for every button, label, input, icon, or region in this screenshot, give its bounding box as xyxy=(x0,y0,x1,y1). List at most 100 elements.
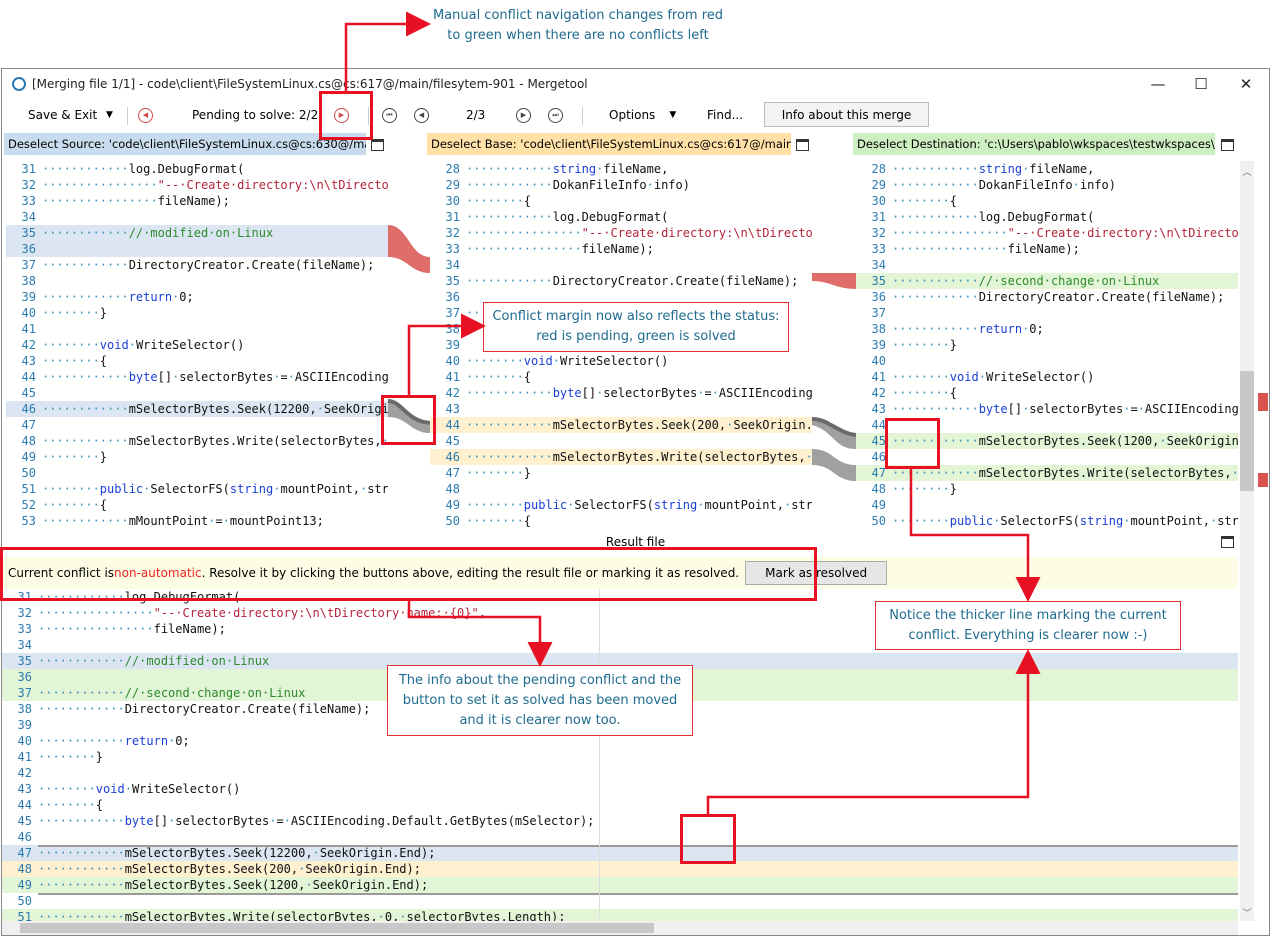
code-line[interactable]: 47 ············mSelectorBytes.Seek(12200,… xyxy=(2,845,1238,861)
code-line[interactable]: 35 ············DirectoryCreator.Create(fi… xyxy=(430,273,812,289)
code-line[interactable]: 43 ············byte[]·selectorBytes·=·ASC… xyxy=(856,401,1238,417)
code-line[interactable]: 49 ········} xyxy=(6,449,388,465)
code-line[interactable]: 47 xyxy=(6,417,388,433)
code-line[interactable]: 47 ········} xyxy=(430,465,812,481)
code-line[interactable]: 34 xyxy=(6,209,388,225)
save-exit-button[interactable]: Save & Exit xyxy=(28,99,97,131)
code-line[interactable]: 31 ············log.DebugFormat( xyxy=(6,161,388,177)
code-line[interactable]: 31 ············log.DebugFormat( xyxy=(430,209,812,225)
code-line[interactable]: 30 ········{ xyxy=(430,193,812,209)
code-line[interactable]: 35 ············//·modified·on·Linux xyxy=(6,225,388,241)
code-line[interactable]: 42 ············byte[]·selectorBytes·=·ASC… xyxy=(430,385,812,401)
code-line[interactable]: 42 ········{ xyxy=(856,385,1238,401)
first-diff-button[interactable]: ⏮ xyxy=(382,99,397,131)
code-line[interactable]: 50 xyxy=(6,465,388,481)
info-merge-button[interactable]: Info about this merge xyxy=(764,102,929,127)
next-diff-button[interactable]: ▶ xyxy=(516,99,531,131)
code-line[interactable]: 46 ············mSelectorBytes.Seek(12200,… xyxy=(6,401,388,417)
scrollbar-thumb[interactable] xyxy=(1240,371,1254,491)
code-line[interactable]: 43 ········void·WriteSelector() xyxy=(2,781,1238,797)
code-line[interactable]: 41 ········} xyxy=(2,749,1238,765)
result-scrollbar[interactable]: ﹀ xyxy=(1240,589,1254,921)
code-line[interactable]: 41 ········{ xyxy=(430,369,812,385)
minimize-button[interactable]: — xyxy=(1135,69,1181,99)
destination-header[interactable]: Deselect Destination: 'c:\Users\pablo\wk… xyxy=(853,133,1215,155)
code-line[interactable]: 37 ············DirectoryCreator.Create(fi… xyxy=(6,257,388,273)
code-line[interactable]: 29 ············DokanFileInfo·info) xyxy=(430,177,812,193)
code-line[interactable]: 40 ········} xyxy=(6,305,388,321)
code-line[interactable]: 41 xyxy=(6,321,388,337)
last-diff-button[interactable]: ⏭ xyxy=(548,99,563,131)
code-line[interactable]: 51 ········public·SelectorFS(string·mount… xyxy=(6,481,388,497)
code-line[interactable]: 48 ············mSelectorBytes.Write(selec… xyxy=(6,433,388,449)
code-line[interactable]: 52 ········{ xyxy=(6,497,388,513)
code-line[interactable]: 30 ········{ xyxy=(856,193,1238,209)
code-line[interactable]: 35 ············//·second·change·on·Linux xyxy=(856,273,1238,289)
base-header[interactable]: Deselect Base: 'code\client\FileSystemLi… xyxy=(427,133,791,155)
code-line[interactable]: 50 ········public·SelectorFS(string·mount… xyxy=(856,513,1238,529)
code-line[interactable]: 53 ············mMountPoint·=·mountPoint13… xyxy=(6,513,388,529)
code-line[interactable]: 45 xyxy=(430,433,812,449)
prev-conflict-button[interactable]: ◀ xyxy=(138,99,153,131)
code-line[interactable]: 49 ········public·SelectorFS(string·mount… xyxy=(430,497,812,513)
maximize-base-icon[interactable] xyxy=(796,139,809,151)
code-line[interactable]: 39 ············return·0; xyxy=(6,289,388,305)
code-line[interactable]: 34 xyxy=(430,257,812,273)
scroll-up-icon[interactable]: ︿ xyxy=(1240,165,1254,178)
code-line[interactable]: 43 ········{ xyxy=(6,353,388,369)
horizontal-scrollbar[interactable] xyxy=(2,921,1238,935)
code-line[interactable]: 36 ············DirectoryCreator.Create(fi… xyxy=(856,289,1238,305)
code-line[interactable]: 33 ················fileName); xyxy=(856,241,1238,257)
save-dropdown-icon[interactable]: ▼ xyxy=(106,99,113,131)
code-line[interactable]: 44 ············mSelectorBytes.Seek(200,·S… xyxy=(430,417,812,433)
code-line[interactable]: 36 xyxy=(6,241,388,257)
code-line[interactable]: 43 xyxy=(430,401,812,417)
find-button[interactable]: Find... xyxy=(707,99,743,131)
code-line[interactable]: 33 ················fileName); xyxy=(430,241,812,257)
code-line[interactable]: 33 ················fileName); xyxy=(6,193,388,209)
source-pane[interactable]: 31 ············log.DebugFormat(32 ········… xyxy=(6,161,388,589)
code-line[interactable]: 45 xyxy=(6,385,388,401)
maximize-button[interactable]: ☐ xyxy=(1178,69,1224,99)
code-line[interactable]: 38 ············return·0; xyxy=(856,321,1238,337)
code-line[interactable]: 50 ········{ xyxy=(430,513,812,529)
code-line[interactable]: 38 xyxy=(6,273,388,289)
code-line[interactable]: 46 ············mSelectorBytes.Write(selec… xyxy=(430,449,812,465)
options-button[interactable]: Options ▼ xyxy=(609,99,676,131)
code-line[interactable]: 34 xyxy=(856,257,1238,273)
code-line[interactable]: 32 ················"--·Create·directory:\… xyxy=(6,177,388,193)
code-line[interactable]: 37 xyxy=(856,305,1238,321)
source-header[interactable]: Deselect Source: 'code\client\FileSystem… xyxy=(4,133,366,155)
code-line[interactable]: 49 xyxy=(856,497,1238,513)
code-line[interactable]: 49 ············mSelectorBytes.Seek(1200,·… xyxy=(2,877,1238,893)
code-line[interactable]: 40 ········void·WriteSelector() xyxy=(430,353,812,369)
destination-pane[interactable]: 28 ············string·fileName, 29 ········… xyxy=(856,161,1238,589)
code-line[interactable]: 48 ········} xyxy=(856,481,1238,497)
code-line[interactable]: 41 ········void·WriteSelector() xyxy=(856,369,1238,385)
code-line[interactable]: 40 xyxy=(856,353,1238,369)
maximize-source-icon[interactable] xyxy=(371,139,384,151)
code-line[interactable]: 42 xyxy=(2,765,1238,781)
base-pane[interactable]: 28 ············string·fileName, 29 ········… xyxy=(430,161,812,589)
scroll-down-icon[interactable]: ﹀ xyxy=(1240,906,1254,919)
code-line[interactable]: 44 ············byte[]·selectorBytes·=·ASC… xyxy=(6,369,388,385)
prev-diff-button[interactable]: ◀ xyxy=(414,99,429,131)
code-line[interactable]: 51 ············mSelectorBytes.Write(selec… xyxy=(2,909,1238,921)
code-line[interactable]: 42 ········void·WriteSelector() xyxy=(6,337,388,353)
code-line[interactable]: 39 ········} xyxy=(856,337,1238,353)
code-line[interactable]: 50 xyxy=(2,893,1238,909)
code-line[interactable]: 28 ············string·fileName, xyxy=(430,161,812,177)
code-line[interactable]: 48 xyxy=(430,481,812,497)
close-button[interactable]: ✕ xyxy=(1223,69,1269,99)
code-line[interactable]: 32 ················"--·Create·directory:\… xyxy=(856,225,1238,241)
maximize-result-icon[interactable] xyxy=(1221,536,1234,548)
code-line[interactable]: 28 ············string·fileName, xyxy=(856,161,1238,177)
code-line[interactable]: 31 ············log.DebugFormat( xyxy=(856,209,1238,225)
maximize-destination-icon[interactable] xyxy=(1221,139,1234,151)
diff-scrollbar[interactable]: ︿ xyxy=(1240,161,1254,589)
code-line[interactable]: 45 ············byte[]·selectorBytes·=·ASC… xyxy=(2,813,1238,829)
horizontal-scrollbar-thumb[interactable] xyxy=(20,923,654,933)
code-line[interactable]: 29 ············DokanFileInfo·info) xyxy=(856,177,1238,193)
code-line[interactable]: 48 ············mSelectorBytes.Seek(200,·S… xyxy=(2,861,1238,877)
code-line[interactable]: 46 xyxy=(2,829,1238,845)
